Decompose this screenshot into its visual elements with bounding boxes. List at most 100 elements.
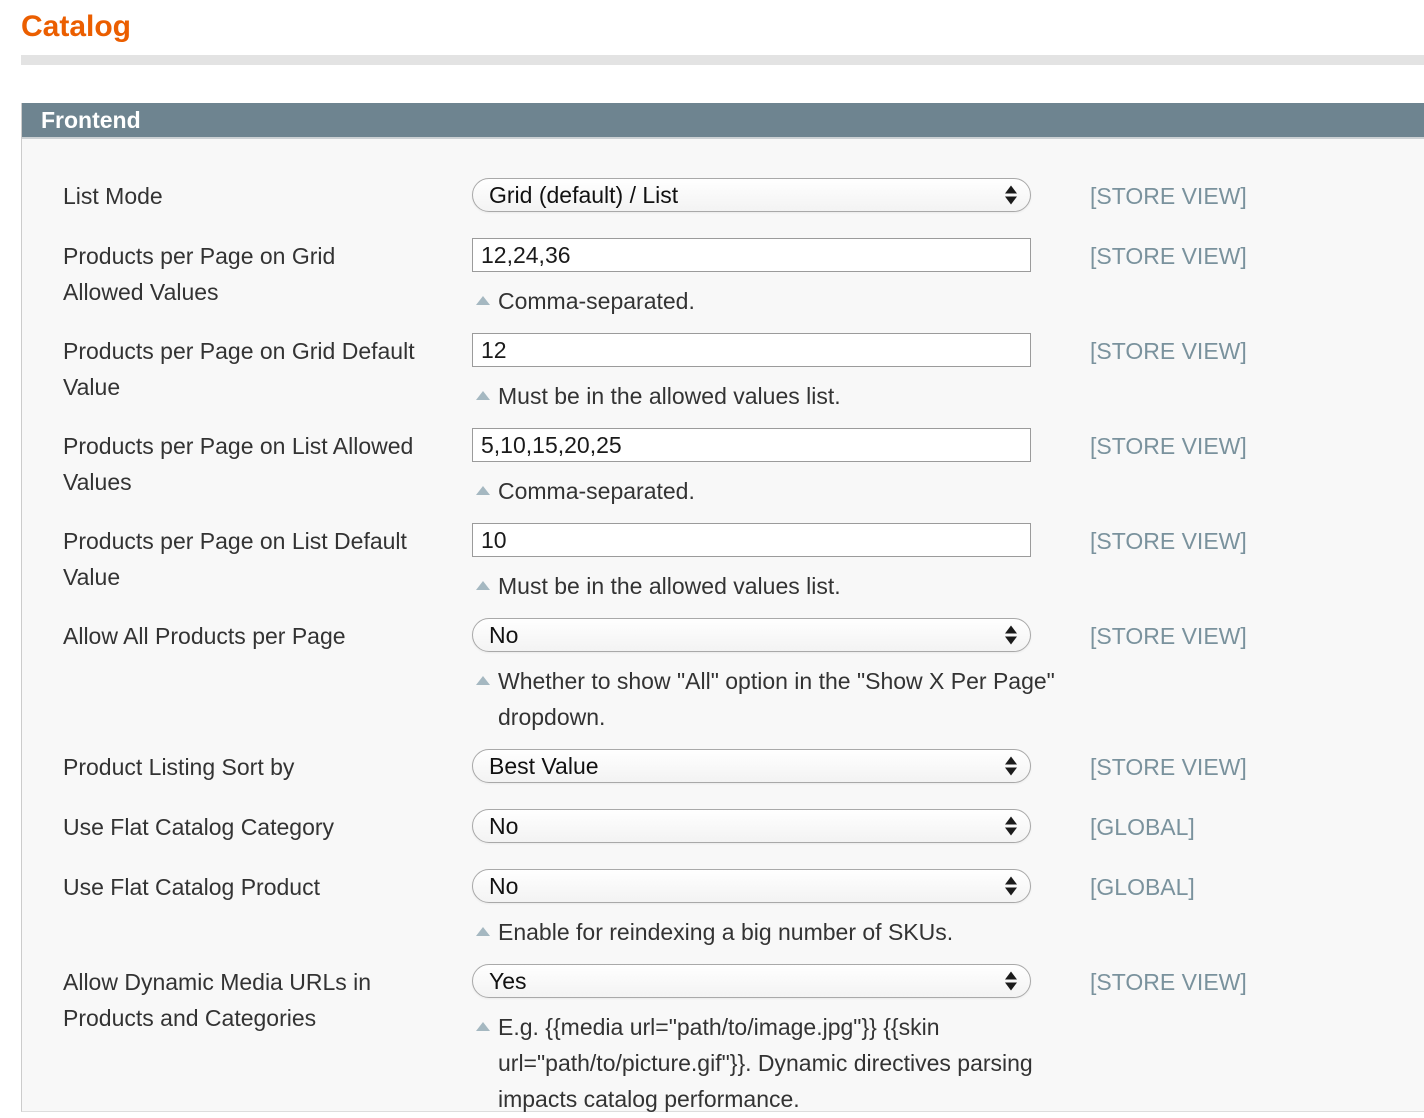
config-row-allow-all-products-per-page: Allow All Products per Page No Whether to…: [63, 618, 1424, 735]
note-triangle-icon: [476, 296, 490, 305]
field-scope-cell: [STORE VIEW]: [1031, 178, 1424, 214]
field-control-cell: No: [472, 809, 1031, 845]
note-triangle-icon: [476, 581, 490, 590]
arrow-up-icon: [1005, 817, 1017, 825]
select-stepper-arrows-icon: [1005, 877, 1017, 896]
note-triangle-icon: [476, 1022, 490, 1031]
select-stepper-arrows-icon: [1005, 972, 1017, 991]
select-stepper-arrows-icon: [1005, 186, 1017, 205]
arrow-up-icon: [1005, 186, 1017, 194]
products-per-page-on-grid-allowed-values-input[interactable]: [472, 238, 1031, 272]
arrow-up-icon: [1005, 757, 1017, 765]
note-triangle-icon: [476, 391, 490, 400]
scope-label: [STORE VIEW]: [1090, 333, 1424, 369]
note-text: Enable for reindexing a big number of SK…: [498, 919, 953, 945]
field-scope-cell: [STORE VIEW]: [1031, 749, 1424, 785]
arrow-down-icon: [1005, 637, 1017, 645]
field-scope-cell: [STORE VIEW]: [1031, 238, 1424, 319]
field-scope-cell: [STORE VIEW]: [1031, 618, 1424, 735]
arrow-up-icon: [1005, 877, 1017, 885]
scope-label: [STORE VIEW]: [1090, 749, 1424, 785]
arrow-down-icon: [1005, 828, 1017, 836]
field-label: Products per Page on Grid Allowed Values: [63, 238, 420, 310]
field-label-cell: Products per Page on List Allowed Values: [63, 428, 472, 509]
field-label: Allow All Products per Page: [63, 618, 420, 654]
scope-label: [STORE VIEW]: [1090, 178, 1424, 214]
field-note: Comma-separated.: [472, 473, 1072, 509]
note-triangle-icon: [476, 486, 490, 495]
select-stepper-arrows-icon: [1005, 757, 1017, 776]
section-header-frontend: Frontend: [22, 103, 1424, 139]
field-control-cell: Must be in the allowed values list.: [472, 333, 1031, 414]
allow-dynamic-media-urls-in-products-and-categories-select[interactable]: Yes: [472, 964, 1031, 998]
note-text: Comma-separated.: [498, 288, 695, 314]
field-scope-cell: [GLOBAL]: [1031, 869, 1424, 950]
scope-label: [STORE VIEW]: [1090, 618, 1424, 654]
config-row-products-per-page-on-grid-default-value: Products per Page on Grid Default Value …: [63, 333, 1424, 414]
select-stepper-arrows-icon: [1005, 817, 1017, 836]
scope-label: [GLOBAL]: [1090, 869, 1424, 905]
field-label-cell: List Mode: [63, 178, 472, 214]
select-value: No: [489, 873, 518, 900]
note-text: Comma-separated.: [498, 478, 695, 504]
products-per-page-on-grid-default-value-input[interactable]: [472, 333, 1031, 367]
scope-label: [STORE VIEW]: [1090, 964, 1424, 1000]
field-control-cell: YesE.g. {{media url="path/to/image.jpg"}…: [472, 964, 1031, 1117]
field-label: Products per Page on List Default Value: [63, 523, 420, 595]
field-control-cell: No Enable for reindexing a big number of …: [472, 869, 1031, 950]
field-note: Whether to show "All" option in the "Sho…: [472, 663, 1072, 735]
product-listing-sort-by-select[interactable]: Best Value: [472, 749, 1031, 783]
arrow-down-icon: [1005, 768, 1017, 776]
note-triangle-icon: [476, 927, 490, 936]
select-value: No: [489, 813, 518, 840]
products-per-page-on-list-allowed-values-input[interactable]: [472, 428, 1031, 462]
config-row-use-flat-catalog-category: Use Flat Catalog Category No [GLOBAL]: [63, 809, 1424, 845]
allow-all-products-per-page-select[interactable]: No: [472, 618, 1031, 652]
select-value: Yes: [489, 968, 527, 995]
note-text: Whether to show "All" option in the "Sho…: [498, 668, 1055, 730]
field-label-cell: Use Flat Catalog Product: [63, 869, 472, 950]
field-label-cell: Products per Page on List Default Value: [63, 523, 472, 604]
field-label-cell: Allow Dynamic Media URLs in Products and…: [63, 964, 472, 1117]
field-note: Enable for reindexing a big number of SK…: [472, 914, 1072, 950]
section-body: List Mode Grid (default) / List [STORE V…: [22, 139, 1424, 1117]
scope-label: [GLOBAL]: [1090, 809, 1424, 845]
field-label: Products per Page on Grid Default Value: [63, 333, 420, 405]
use-flat-catalog-category-select[interactable]: No: [472, 809, 1031, 843]
config-row-products-per-page-on-list-allowed-values: Products per Page on List Allowed Values…: [63, 428, 1424, 509]
config-row-list-mode: List Mode Grid (default) / List [STORE V…: [63, 178, 1424, 214]
scope-label: [STORE VIEW]: [1090, 428, 1424, 464]
scope-label: [STORE VIEW]: [1090, 238, 1424, 274]
field-scope-cell: [STORE VIEW]: [1031, 964, 1424, 1117]
field-control-cell: Must be in the allowed values list.: [472, 523, 1031, 604]
field-control-cell: Comma-separated.: [472, 428, 1031, 509]
list-mode-select[interactable]: Grid (default) / List: [472, 178, 1031, 212]
field-label: Use Flat Catalog Category: [63, 809, 420, 845]
config-row-allow-dynamic-media-urls-in-products-and-categories: Allow Dynamic Media URLs in Products and…: [63, 964, 1424, 1117]
page-title: Catalog: [21, 10, 131, 44]
field-note: Must be in the allowed values list.: [472, 378, 1072, 414]
field-note: Must be in the allowed values list.: [472, 568, 1072, 604]
field-label-cell: Use Flat Catalog Category: [63, 809, 472, 845]
catalog-config-page: Catalog Frontend List Mode Grid (default…: [0, 0, 1424, 1118]
field-label-cell: Products per Page on Grid Default Value: [63, 333, 472, 414]
select-stepper-arrows-icon: [1005, 626, 1017, 645]
title-divider: [21, 55, 1424, 65]
field-control-cell: Best Value: [472, 749, 1031, 785]
field-label: List Mode: [63, 178, 420, 214]
arrow-up-icon: [1005, 626, 1017, 634]
field-scope-cell: [STORE VIEW]: [1031, 428, 1424, 509]
select-value: No: [489, 622, 518, 649]
config-row-use-flat-catalog-product: Use Flat Catalog Product No Enable for re…: [63, 869, 1424, 950]
frontend-config-section: Frontend List Mode Grid (default) / List…: [21, 103, 1424, 1112]
scope-label: [STORE VIEW]: [1090, 523, 1424, 559]
arrow-down-icon: [1005, 197, 1017, 205]
config-row-products-per-page-on-list-default-value: Products per Page on List Default Value …: [63, 523, 1424, 604]
field-scope-cell: [GLOBAL]: [1031, 809, 1424, 845]
field-label-cell: Products per Page on Grid Allowed Values: [63, 238, 472, 319]
field-label: Product Listing Sort by: [63, 749, 420, 785]
products-per-page-on-list-default-value-input[interactable]: [472, 523, 1031, 557]
field-note: Comma-separated.: [472, 283, 1072, 319]
field-label: Allow Dynamic Media URLs in Products and…: [63, 964, 420, 1036]
use-flat-catalog-product-select[interactable]: No: [472, 869, 1031, 903]
